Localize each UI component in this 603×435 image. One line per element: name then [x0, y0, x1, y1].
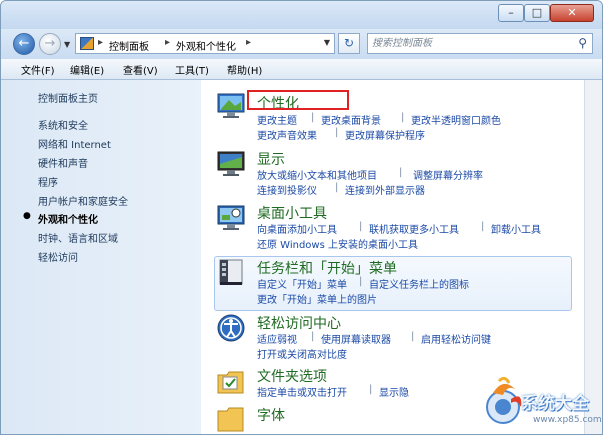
link-customize-start-menu[interactable]: 自定义「开始」菜单	[257, 276, 347, 291]
gadgets-icon	[217, 205, 245, 230]
navigation-pane: 控制面板主页 系统和安全 网络和 Internet 硬件和声音 程序 用户帐户和…	[1, 80, 201, 434]
sidebar-item-clock-language[interactable]: 时钟、语言和区域	[38, 230, 118, 245]
sidebar-item-ease-of-access[interactable]: 轻松访问	[38, 249, 78, 264]
link-change-screen-saver[interactable]: 更改屏幕保护程序	[345, 127, 425, 142]
forward-arrow-icon: →	[44, 36, 56, 51]
link-high-contrast[interactable]: 打开或关闭高对比度	[257, 346, 347, 361]
watermark-url: www.xp85.com	[533, 415, 602, 425]
link-restore-gadgets[interactable]: 还原 Windows 上安装的桌面小工具	[257, 236, 418, 251]
menu-bar: 文件(F) 编辑(E) 查看(V) 工具(T) 帮助(H)	[1, 59, 602, 80]
link-separator: |	[311, 331, 315, 342]
link-turn-on-easy-access-keys[interactable]: 启用轻松访问键	[421, 331, 491, 346]
breadcrumb-appearance[interactable]: 外观和个性化	[176, 38, 236, 53]
control-panel-icon	[80, 37, 94, 50]
sidebar-item-programs[interactable]: 程序	[38, 174, 58, 189]
close-button[interactable]: ✕	[550, 4, 594, 22]
fonts-icon	[217, 407, 244, 432]
link-separator: |	[359, 276, 363, 287]
link-separator: |	[481, 221, 485, 232]
back-arrow-icon: ←	[18, 36, 30, 51]
link-change-start-menu-picture[interactable]: 更改「开始」菜单上的图片	[257, 291, 377, 306]
link-customize-taskbar-icons[interactable]: 自定义任务栏上的图标	[369, 276, 469, 291]
link-accommodate-low-vision[interactable]: 适应弱视	[257, 331, 297, 346]
highlight-box	[247, 90, 349, 110]
link-adjust-resolution[interactable]: 调整屏幕分辨率	[413, 167, 483, 182]
menu-edit[interactable]: 编辑(E)	[70, 62, 104, 77]
category-title-folder-options[interactable]: 文件夹选项	[257, 366, 327, 386]
link-add-gadgets[interactable]: 向桌面添加小工具	[257, 221, 337, 236]
menu-view[interactable]: 查看(V)	[123, 62, 158, 77]
menu-file[interactable]: 文件(F)	[21, 62, 55, 77]
menu-tools[interactable]: 工具(T)	[175, 62, 209, 77]
sidebar-item-hardware-sound[interactable]: 硬件和声音	[38, 155, 88, 170]
link-single-or-double-click[interactable]: 指定单击或双击打开	[257, 384, 347, 399]
minimize-button[interactable]: –	[498, 4, 524, 22]
breadcrumb-control-panel[interactable]: 控制面板	[109, 38, 149, 53]
maximize-button[interactable]: □	[524, 4, 550, 22]
forward-button[interactable]: →	[39, 33, 61, 55]
link-change-theme[interactable]: 更改主题	[257, 112, 297, 127]
recent-pages-dropdown-icon[interactable]: ▼	[64, 40, 70, 49]
category-title-gadgets[interactable]: 桌面小工具	[257, 203, 327, 223]
link-separator: |	[401, 112, 405, 123]
address-row: ← → ▼ ▸ 控制面板 ▸ 外观和个性化 ▸ ▼ ↻ ⚲	[1, 29, 602, 59]
category-title-taskbar[interactable]: 任务栏和「开始」菜单	[257, 258, 397, 278]
link-separator: |	[311, 112, 315, 123]
menu-help[interactable]: 帮助(H)	[227, 62, 262, 77]
sidebar-item-system-security[interactable]: 系统和安全	[38, 117, 88, 132]
sidebar-item-network[interactable]: 网络和 Internet	[38, 136, 111, 151]
sidebar-item-user-accounts[interactable]: 用户帐户和家庭安全	[38, 193, 128, 208]
link-separator: |	[359, 221, 363, 232]
display-icon	[217, 151, 245, 176]
link-show-hidden-files[interactable]: 显示隐	[379, 384, 409, 399]
link-separator: |	[399, 167, 403, 178]
breadcrumb-separator-icon[interactable]: ▸	[98, 37, 103, 48]
taskbar-icon	[219, 259, 243, 285]
search-box[interactable]: ⚲	[367, 33, 593, 54]
address-dropdown-icon[interactable]: ▼	[324, 38, 330, 47]
link-separator: |	[335, 182, 339, 193]
breadcrumb-separator-icon[interactable]: ▸	[246, 37, 251, 48]
address-bar[interactable]: ▸ 控制面板 ▸ 外观和个性化 ▸ ▼	[75, 33, 335, 54]
search-icon[interactable]: ⚲	[578, 36, 587, 50]
ease-of-access-icon	[217, 314, 245, 342]
link-uninstall-gadget[interactable]: 卸载小工具	[491, 221, 541, 236]
link-separator: |	[369, 384, 373, 395]
title-bar: – □ ✕	[1, 1, 602, 29]
refresh-button[interactable]: ↻	[338, 33, 360, 54]
link-use-screen-reader[interactable]: 使用屏幕读取器	[321, 331, 391, 346]
link-separator: |	[335, 127, 339, 138]
link-change-window-color[interactable]: 更改半透明窗口颜色	[411, 112, 501, 127]
personalization-icon	[217, 93, 245, 118]
back-button[interactable]: ←	[13, 33, 35, 55]
folder-options-icon	[217, 371, 244, 394]
sidebar-item-appearance[interactable]: 外观和个性化	[38, 211, 98, 226]
link-connect-external-display[interactable]: 连接到外部显示器	[345, 182, 425, 197]
category-title-display[interactable]: 显示	[257, 149, 285, 169]
category-title-ease-of-access[interactable]: 轻松访问中心	[257, 313, 341, 333]
link-change-sound-effects[interactable]: 更改声音效果	[257, 127, 317, 142]
search-input[interactable]	[372, 36, 562, 51]
sidebar-control-panel-home[interactable]: 控制面板主页	[38, 90, 98, 105]
link-separator: |	[411, 331, 415, 342]
link-change-desktop-background[interactable]: 更改桌面背景	[321, 112, 381, 127]
current-item-bullet-icon: ●	[23, 211, 31, 221]
category-title-fonts[interactable]: 字体	[257, 405, 285, 425]
link-get-more-gadgets[interactable]: 联机获取更多小工具	[369, 221, 459, 236]
watermark-text: 系统大全	[521, 394, 589, 414]
link-connect-projector[interactable]: 连接到投影仪	[257, 182, 317, 197]
link-make-text-larger[interactable]: 放大或缩小文本和其他项目	[257, 167, 377, 182]
refresh-icon: ↻	[343, 36, 355, 50]
control-panel-window: – □ ✕ ← → ▼ ▸ 控制面板 ▸ 外观和个性化 ▸ ▼ ↻ ⚲ 文件(F…	[0, 0, 603, 435]
breadcrumb-separator-icon[interactable]: ▸	[165, 37, 170, 48]
